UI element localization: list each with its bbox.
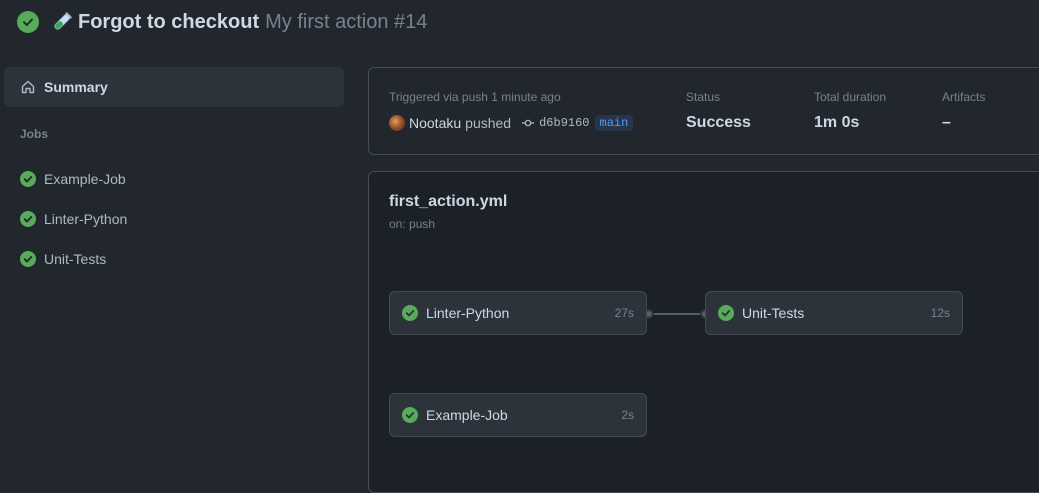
success-check-icon — [20, 251, 36, 267]
sidebar-item-example-job[interactable]: Example-Job — [4, 159, 344, 199]
workflow-trigger: on: push — [389, 217, 436, 231]
success-check-icon — [402, 407, 418, 423]
run-title: Forgot to checkout — [78, 10, 260, 33]
success-check-icon — [20, 211, 36, 227]
job-dependency-connector — [648, 313, 706, 315]
artifacts-column: Artifacts – — [942, 89, 985, 133]
sidebar-item-linter-python[interactable]: Linter-Python — [4, 199, 344, 239]
duration-value: 1m 0s — [814, 114, 860, 131]
artifacts-label: Artifacts — [942, 90, 986, 104]
jobs-heading: Jobs — [20, 127, 49, 141]
trigger-text: Triggered via push 1 minute ago — [389, 90, 561, 104]
commit-sha-link[interactable]: d6b9160 — [539, 116, 589, 130]
sidebar-job-label: Example-Job — [44, 171, 126, 187]
avatar[interactable] — [389, 115, 405, 131]
git-commit-icon — [521, 119, 535, 127]
job-node-linter-python[interactable]: Linter-Python 27s — [389, 291, 647, 335]
job-name: Example-Job — [426, 407, 508, 423]
job-node-example-job[interactable]: Example-Job 2s — [389, 393, 647, 437]
push-details: Nootaku pushed d6b9160 main — [389, 113, 634, 133]
sidebar-item-summary-label: Summary — [44, 79, 108, 95]
workflow-run-name: My first action #14 — [265, 10, 428, 33]
job-duration: 12s — [930, 306, 950, 320]
success-check-icon — [718, 305, 734, 321]
job-duration: 2s — [621, 408, 634, 422]
trigger-info: Triggered via push 1 minute ago Nootaku … — [389, 89, 634, 133]
branch-badge[interactable]: main — [594, 115, 634, 131]
status-label: Status — [686, 90, 721, 104]
duration-label: Total duration — [814, 90, 887, 104]
job-duration: 27s — [614, 306, 634, 320]
status-value: Success — [686, 114, 751, 131]
home-icon — [21, 80, 35, 94]
sidebar-job-label: Unit-Tests — [44, 251, 107, 267]
workflow-file-name[interactable]: first_action.yml — [389, 193, 507, 211]
sidebar-item-summary[interactable]: Summary — [4, 67, 344, 107]
test-tube-emoji-icon — [54, 12, 72, 30]
sidebar-job-label: Linter-Python — [44, 211, 128, 227]
workflow-graph-card: first_action.yml on: push Linter-Python … — [368, 171, 1039, 493]
job-name: Unit-Tests — [742, 305, 805, 321]
success-check-icon — [17, 11, 39, 33]
run-summary-card: Triggered via push 1 minute ago Nootaku … — [368, 67, 1039, 155]
success-check-icon — [20, 171, 36, 187]
job-list: Example-Job Linter-Python Unit-Tests — [4, 159, 344, 279]
duration-column: Total duration 1m 0s — [814, 89, 886, 133]
success-check-icon — [402, 305, 418, 321]
actor-link[interactable]: Nootaku — [409, 115, 461, 131]
push-action-text: pushed — [465, 115, 512, 131]
job-name: Linter-Python — [426, 305, 510, 321]
run-header: Forgot to checkout My first action #14 — [17, 8, 427, 36]
sidebar: Summary Jobs Example-Job Linter-Python U… — [4, 67, 344, 279]
status-column: Status Success — [686, 89, 751, 133]
job-node-unit-tests[interactable]: Unit-Tests 12s — [705, 291, 963, 335]
artifacts-value: – — [942, 114, 951, 131]
sidebar-item-unit-tests[interactable]: Unit-Tests — [4, 239, 344, 279]
